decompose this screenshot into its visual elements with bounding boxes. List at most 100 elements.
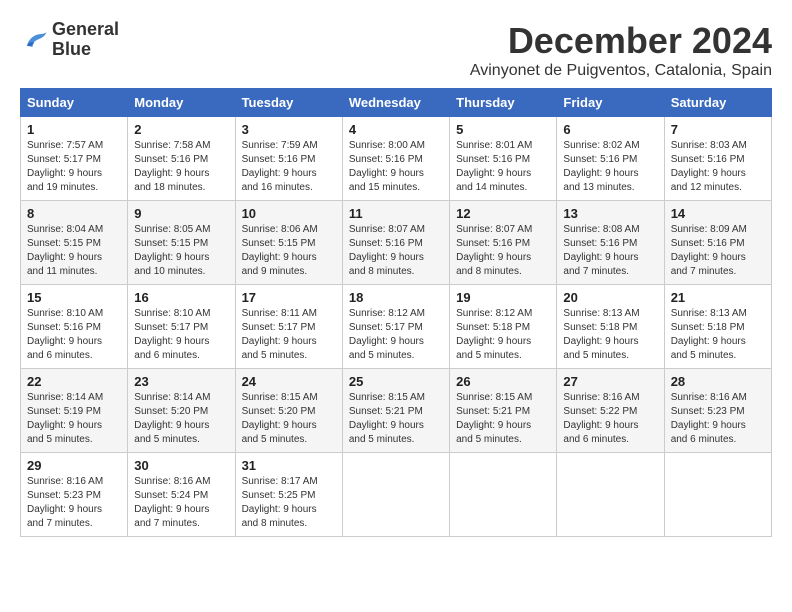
calendar-cell (664, 453, 771, 537)
day-number: 6 (563, 122, 657, 137)
calendar-header-sunday: Sunday (21, 89, 128, 117)
day-number: 20 (563, 290, 657, 305)
day-number: 14 (671, 206, 765, 221)
day-info: Sunrise: 8:15 AMSunset: 5:21 PMDaylight:… (349, 391, 443, 447)
day-number: 25 (349, 374, 443, 389)
day-number: 27 (563, 374, 657, 389)
day-number: 30 (134, 458, 228, 473)
logo: General Blue (20, 20, 119, 60)
calendar-cell (450, 453, 557, 537)
day-number: 22 (27, 374, 121, 389)
day-number: 10 (242, 206, 336, 221)
logo-bird-icon (20, 26, 48, 54)
calendar-cell: 8 Sunrise: 8:04 AMSunset: 5:15 PMDayligh… (21, 201, 128, 285)
title-area: December 2024 Avinyonet de Puigventos, C… (470, 20, 772, 80)
day-number: 15 (27, 290, 121, 305)
calendar-week-3: 15 Sunrise: 8:10 AMSunset: 5:16 PMDaylig… (21, 285, 772, 369)
calendar-cell (342, 453, 449, 537)
day-info: Sunrise: 8:13 AMSunset: 5:18 PMDaylight:… (563, 307, 657, 363)
calendar-header-thursday: Thursday (450, 89, 557, 117)
day-info: Sunrise: 7:57 AMSunset: 5:17 PMDaylight:… (27, 139, 121, 195)
calendar-cell: 7 Sunrise: 8:03 AMSunset: 5:16 PMDayligh… (664, 117, 771, 201)
calendar-cell: 24 Sunrise: 8:15 AMSunset: 5:20 PMDaylig… (235, 369, 342, 453)
day-number: 11 (349, 206, 443, 221)
calendar-cell: 23 Sunrise: 8:14 AMSunset: 5:20 PMDaylig… (128, 369, 235, 453)
day-info: Sunrise: 8:08 AMSunset: 5:16 PMDaylight:… (563, 223, 657, 279)
calendar-cell: 17 Sunrise: 8:11 AMSunset: 5:17 PMDaylig… (235, 285, 342, 369)
calendar-header-wednesday: Wednesday (342, 89, 449, 117)
calendar-cell: 21 Sunrise: 8:13 AMSunset: 5:18 PMDaylig… (664, 285, 771, 369)
day-info: Sunrise: 7:59 AMSunset: 5:16 PMDaylight:… (242, 139, 336, 195)
day-info: Sunrise: 8:04 AMSunset: 5:15 PMDaylight:… (27, 223, 121, 279)
day-info: Sunrise: 8:10 AMSunset: 5:17 PMDaylight:… (134, 307, 228, 363)
calendar-cell: 19 Sunrise: 8:12 AMSunset: 5:18 PMDaylig… (450, 285, 557, 369)
calendar-week-5: 29 Sunrise: 8:16 AMSunset: 5:23 PMDaylig… (21, 453, 772, 537)
day-info: Sunrise: 8:17 AMSunset: 5:25 PMDaylight:… (242, 475, 336, 531)
calendar-cell: 16 Sunrise: 8:10 AMSunset: 5:17 PMDaylig… (128, 285, 235, 369)
calendar-cell: 2 Sunrise: 7:58 AMSunset: 5:16 PMDayligh… (128, 117, 235, 201)
day-number: 18 (349, 290, 443, 305)
logo-text: General Blue (52, 20, 119, 60)
day-number: 7 (671, 122, 765, 137)
day-info: Sunrise: 8:14 AMSunset: 5:20 PMDaylight:… (134, 391, 228, 447)
calendar-cell: 27 Sunrise: 8:16 AMSunset: 5:22 PMDaylig… (557, 369, 664, 453)
day-number: 23 (134, 374, 228, 389)
calendar-cell: 13 Sunrise: 8:08 AMSunset: 5:16 PMDaylig… (557, 201, 664, 285)
day-number: 9 (134, 206, 228, 221)
calendar-cell: 30 Sunrise: 8:16 AMSunset: 5:24 PMDaylig… (128, 453, 235, 537)
day-info: Sunrise: 8:14 AMSunset: 5:19 PMDaylight:… (27, 391, 121, 447)
calendar-cell: 20 Sunrise: 8:13 AMSunset: 5:18 PMDaylig… (557, 285, 664, 369)
day-info: Sunrise: 8:02 AMSunset: 5:16 PMDaylight:… (563, 139, 657, 195)
calendar-cell: 10 Sunrise: 8:06 AMSunset: 5:15 PMDaylig… (235, 201, 342, 285)
day-info: Sunrise: 8:07 AMSunset: 5:16 PMDaylight:… (456, 223, 550, 279)
calendar-cell: 3 Sunrise: 7:59 AMSunset: 5:16 PMDayligh… (235, 117, 342, 201)
calendar-cell: 26 Sunrise: 8:15 AMSunset: 5:21 PMDaylig… (450, 369, 557, 453)
calendar-cell: 6 Sunrise: 8:02 AMSunset: 5:16 PMDayligh… (557, 117, 664, 201)
calendar-cell: 12 Sunrise: 8:07 AMSunset: 5:16 PMDaylig… (450, 201, 557, 285)
day-info: Sunrise: 8:05 AMSunset: 5:15 PMDaylight:… (134, 223, 228, 279)
calendar-cell: 29 Sunrise: 8:16 AMSunset: 5:23 PMDaylig… (21, 453, 128, 537)
day-number: 5 (456, 122, 550, 137)
calendar-week-4: 22 Sunrise: 8:14 AMSunset: 5:19 PMDaylig… (21, 369, 772, 453)
calendar-header-tuesday: Tuesday (235, 89, 342, 117)
calendar-header-row: SundayMondayTuesdayWednesdayThursdayFrid… (21, 89, 772, 117)
day-info: Sunrise: 8:16 AMSunset: 5:24 PMDaylight:… (134, 475, 228, 531)
calendar-header-friday: Friday (557, 89, 664, 117)
month-title: December 2024 (470, 20, 772, 62)
calendar-header-monday: Monday (128, 89, 235, 117)
day-info: Sunrise: 8:15 AMSunset: 5:20 PMDaylight:… (242, 391, 336, 447)
calendar-cell: 15 Sunrise: 8:10 AMSunset: 5:16 PMDaylig… (21, 285, 128, 369)
day-info: Sunrise: 8:16 AMSunset: 5:22 PMDaylight:… (563, 391, 657, 447)
day-info: Sunrise: 8:07 AMSunset: 5:16 PMDaylight:… (349, 223, 443, 279)
calendar-week-2: 8 Sunrise: 8:04 AMSunset: 5:15 PMDayligh… (21, 201, 772, 285)
day-info: Sunrise: 8:12 AMSunset: 5:18 PMDaylight:… (456, 307, 550, 363)
calendar: SundayMondayTuesdayWednesdayThursdayFrid… (20, 88, 772, 537)
day-info: Sunrise: 8:06 AMSunset: 5:15 PMDaylight:… (242, 223, 336, 279)
calendar-cell: 31 Sunrise: 8:17 AMSunset: 5:25 PMDaylig… (235, 453, 342, 537)
day-info: Sunrise: 8:10 AMSunset: 5:16 PMDaylight:… (27, 307, 121, 363)
calendar-cell: 25 Sunrise: 8:15 AMSunset: 5:21 PMDaylig… (342, 369, 449, 453)
calendar-cell: 18 Sunrise: 8:12 AMSunset: 5:17 PMDaylig… (342, 285, 449, 369)
day-number: 2 (134, 122, 228, 137)
calendar-cell: 4 Sunrise: 8:00 AMSunset: 5:16 PMDayligh… (342, 117, 449, 201)
day-number: 12 (456, 206, 550, 221)
day-info: Sunrise: 8:16 AMSunset: 5:23 PMDaylight:… (671, 391, 765, 447)
day-number: 4 (349, 122, 443, 137)
calendar-header-saturday: Saturday (664, 89, 771, 117)
day-info: Sunrise: 8:09 AMSunset: 5:16 PMDaylight:… (671, 223, 765, 279)
day-number: 3 (242, 122, 336, 137)
day-info: Sunrise: 8:13 AMSunset: 5:18 PMDaylight:… (671, 307, 765, 363)
day-number: 19 (456, 290, 550, 305)
day-number: 16 (134, 290, 228, 305)
calendar-cell: 28 Sunrise: 8:16 AMSunset: 5:23 PMDaylig… (664, 369, 771, 453)
day-info: Sunrise: 8:11 AMSunset: 5:17 PMDaylight:… (242, 307, 336, 363)
calendar-cell: 5 Sunrise: 8:01 AMSunset: 5:16 PMDayligh… (450, 117, 557, 201)
day-info: Sunrise: 8:01 AMSunset: 5:16 PMDaylight:… (456, 139, 550, 195)
day-info: Sunrise: 8:12 AMSunset: 5:17 PMDaylight:… (349, 307, 443, 363)
day-number: 8 (27, 206, 121, 221)
day-info: Sunrise: 7:58 AMSunset: 5:16 PMDaylight:… (134, 139, 228, 195)
day-number: 21 (671, 290, 765, 305)
calendar-cell: 11 Sunrise: 8:07 AMSunset: 5:16 PMDaylig… (342, 201, 449, 285)
calendar-cell: 9 Sunrise: 8:05 AMSunset: 5:15 PMDayligh… (128, 201, 235, 285)
calendar-cell (557, 453, 664, 537)
